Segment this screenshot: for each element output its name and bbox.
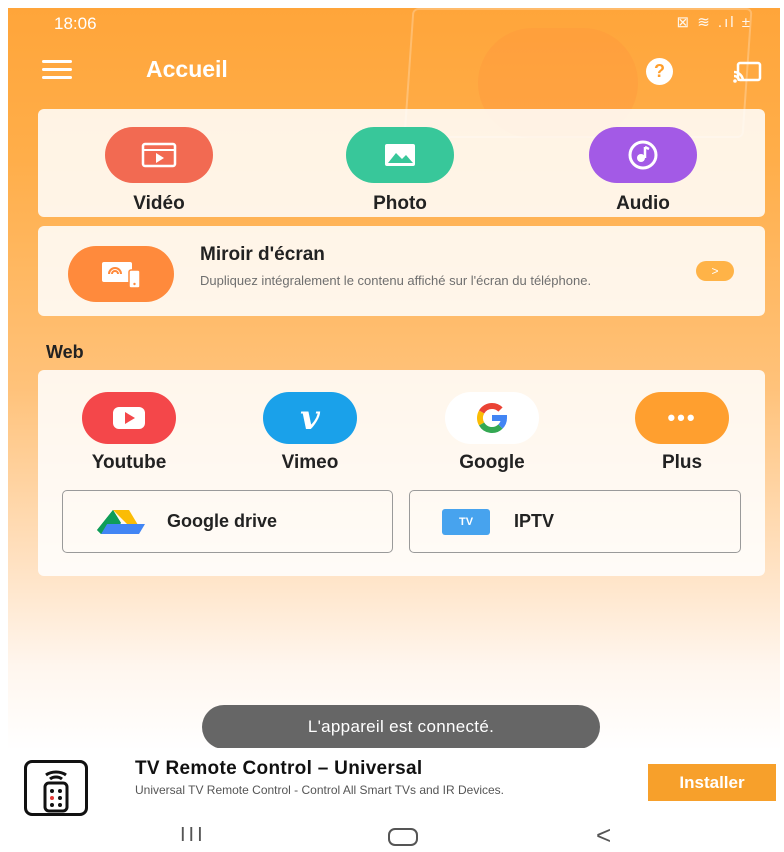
- cast-icon[interactable]: [732, 60, 762, 84]
- more-label: Plus: [661, 452, 703, 473]
- toast-message: L'appareil est connecté.: [202, 705, 600, 749]
- screen-mirror-icon: [68, 246, 174, 302]
- youtube-icon: [82, 392, 176, 444]
- iptv-icon-text: TV: [458, 516, 474, 528]
- system-nav-bar: III <: [8, 820, 780, 852]
- status-bar: 18:06 ⊠ ≋ .ıl ±: [8, 8, 780, 38]
- page-title: Accueil: [146, 56, 228, 82]
- google-drive-icon: [97, 510, 145, 534]
- top-bar: Accueil ?: [8, 46, 780, 96]
- google-button[interactable]: Google: [427, 392, 557, 474]
- help-icon[interactable]: ?: [646, 58, 673, 85]
- back-icon[interactable]: <: [596, 820, 611, 851]
- music-note-icon: [589, 127, 697, 183]
- ad-banner[interactable]: TV Remote Control – Universal Universal …: [8, 748, 780, 820]
- photo-label: Photo: [373, 193, 427, 214]
- install-button[interactable]: Installer: [648, 764, 776, 801]
- more-dots: •••: [667, 405, 697, 430]
- iptv-button[interactable]: TV IPTV: [409, 490, 741, 553]
- remote-control-icon: [24, 760, 88, 816]
- hamburger-menu-icon[interactable]: [42, 60, 72, 82]
- web-card: Youtube v Vimeo Google ••• Plus Google d…: [38, 370, 765, 576]
- photo-button[interactable]: Photo: [345, 127, 455, 215]
- mirror-title: Miroir d'écran: [200, 244, 325, 265]
- video-button[interactable]: Vidéo: [104, 127, 214, 215]
- iptv-label: IPTV: [514, 511, 555, 531]
- audio-label: Audio: [616, 193, 670, 214]
- more-dots-icon: •••: [635, 392, 729, 444]
- status-time: 18:06: [54, 14, 97, 33]
- more-button[interactable]: ••• Plus: [617, 392, 747, 474]
- audio-button[interactable]: Audio: [588, 127, 698, 215]
- youtube-label: Youtube: [91, 452, 167, 473]
- status-icons: ⊠ ≋ .ıl ±: [676, 14, 752, 31]
- media-card: Vidéo Photo Audio: [38, 109, 765, 217]
- google-drive-button[interactable]: Google drive: [62, 490, 393, 553]
- video-icon: [105, 127, 213, 183]
- iptv-icon: TV: [442, 509, 490, 535]
- ad-title: TV Remote Control – Universal: [135, 758, 423, 779]
- video-label: Vidéo: [133, 193, 185, 214]
- mirror-description: Dupliquez intégralement le contenu affic…: [200, 273, 592, 288]
- screen-mirror-card[interactable]: Miroir d'écran Dupliquez intégralement l…: [38, 226, 765, 316]
- photo-icon: [346, 127, 454, 183]
- vimeo-button[interactable]: v Vimeo: [245, 392, 375, 474]
- web-section-title: Web: [46, 342, 84, 362]
- google-drive-label: Google drive: [167, 511, 278, 531]
- vimeo-icon: v: [263, 392, 357, 444]
- youtube-button[interactable]: Youtube: [64, 392, 194, 474]
- chevron-right-icon[interactable]: >: [696, 261, 734, 281]
- home-icon[interactable]: [388, 828, 418, 846]
- ad-description: Universal TV Remote Control - Control Al…: [135, 783, 505, 797]
- app-screen: 18:06 ⊠ ≋ .ıl ± Accueil ? Vidéo Photo Au…: [8, 8, 780, 852]
- recent-apps-icon[interactable]: III: [180, 824, 206, 847]
- google-label: Google: [459, 452, 525, 473]
- google-icon: [445, 392, 539, 444]
- vimeo-label: Vimeo: [281, 452, 339, 473]
